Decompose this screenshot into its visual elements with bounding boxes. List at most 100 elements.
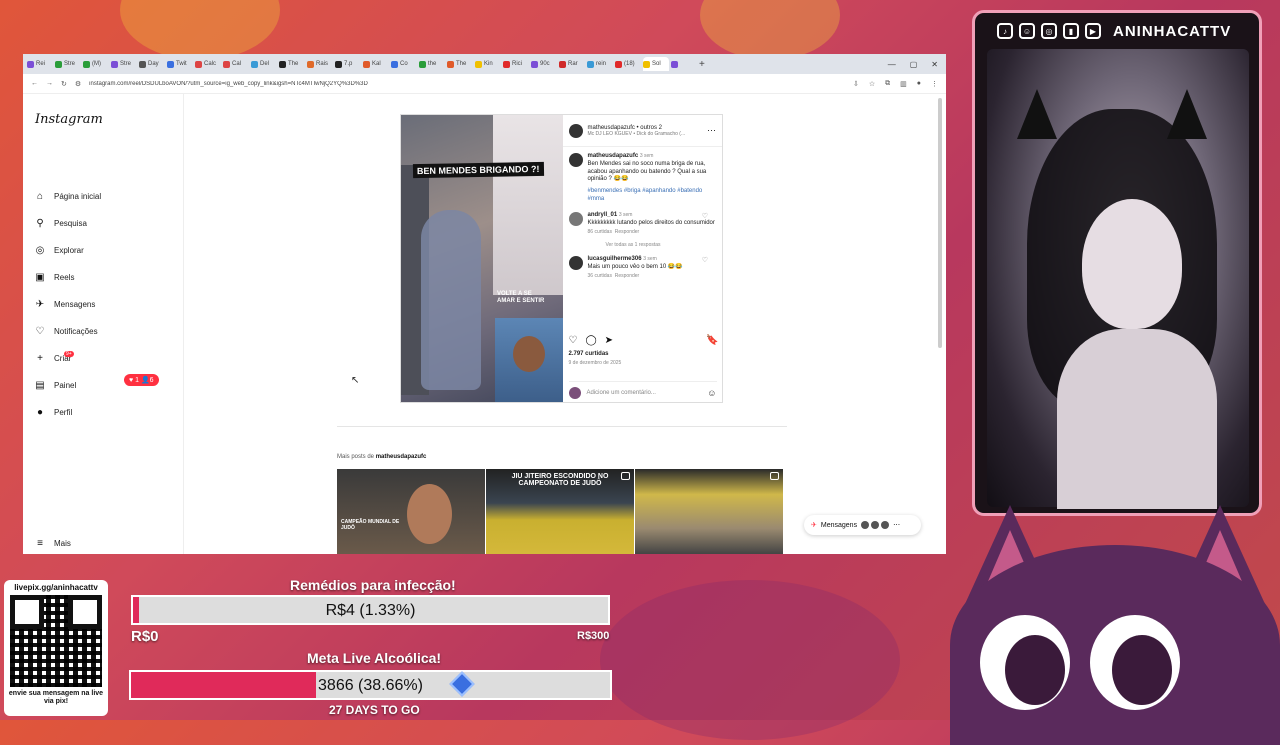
browser-tab[interactable] [671, 57, 697, 71]
browser-tab[interactable]: (M) [83, 57, 109, 71]
browser-tab[interactable]: rein [587, 57, 613, 71]
avatar[interactable] [568, 255, 583, 270]
like-icon[interactable]: ♡ [569, 335, 578, 346]
bookmark-star-icon[interactable]: ☆ [869, 80, 875, 88]
hashtags[interactable]: #benmendes #briga #apanhando #batendo #m… [588, 188, 717, 204]
browser-tab[interactable]: Kin [475, 57, 501, 71]
music-label[interactable]: Mc DJ LEO KGUEV • Dick do Gramacho (... [588, 131, 686, 137]
browser-tab[interactable]: Day [139, 57, 165, 71]
comment-user[interactable]: matheusdapazufc [588, 153, 639, 159]
nav-home[interactable]: ⌂ Página inicial [34, 190, 101, 202]
more-options-icon[interactable]: ⋯ [707, 125, 716, 136]
save-icon[interactable]: 🔖 [706, 335, 718, 346]
comment-user[interactable]: andryll_01 [588, 212, 618, 218]
tab-favicon-icon [503, 60, 510, 68]
tab-favicon-icon [419, 60, 426, 68]
browser-tab[interactable]: Del [251, 57, 277, 71]
comment-item: andryll_01 3 sem Kkkkkkkkk lutando pelos… [568, 211, 717, 236]
reply-link[interactable]: Responder [615, 229, 639, 235]
nav-heart[interactable]: ♡ Notificações [34, 325, 98, 337]
sidebar-icon[interactable]: ▥ [900, 80, 907, 88]
more-posts-user[interactable]: matheusdapazufc [376, 454, 427, 460]
browser-tab[interactable]: Calc [195, 57, 221, 71]
reload-icon[interactable]: ↻ [61, 80, 67, 88]
site-info-icon[interactable]: ⚙ [75, 80, 81, 88]
browser-tab[interactable]: Cal [223, 57, 249, 71]
reel-video[interactable]: BEN MENDES BRIGANDO ?! VOLTE A SE AMAR E… [401, 115, 563, 402]
messages-pill[interactable]: ✈ Mensagens ⋯ [804, 515, 921, 535]
nav-profile[interactable]: ● Perfil [34, 406, 72, 418]
post-thumbnail[interactable] [635, 469, 783, 554]
page-scrollbar[interactable] [938, 98, 942, 348]
video-figure [421, 210, 481, 390]
back-icon[interactable]: ← [31, 80, 38, 87]
nav-dashboard[interactable]: ▤ Painel [34, 379, 76, 391]
comment-user[interactable]: lucasguilherme306 [588, 256, 642, 262]
more-posts-title: Mais posts de matheusdapazufc [337, 454, 426, 460]
emoji-icon[interactable]: ☺ [707, 388, 716, 398]
post-thumbnail[interactable]: JIU JITEIRO ESCONDIDO NO CAMPEONATO DE J… [486, 469, 634, 554]
post-thumbnail[interactable]: CAMPEÃO MUNDIAL DE JUDÔ [337, 469, 485, 554]
tab-title: The [456, 61, 467, 67]
nav-search[interactable]: ⚲ Pesquisa [34, 217, 87, 229]
browser-tab[interactable]: the [419, 57, 445, 71]
browser-tab[interactable]: Kal [363, 57, 389, 71]
browser-tab[interactable]: The [279, 57, 305, 71]
forward-icon[interactable]: → [46, 80, 53, 87]
close-icon[interactable]: ✕ [931, 60, 938, 69]
browser-tab[interactable]: Stre [55, 57, 81, 71]
notifications-pill[interactable]: ♥ 1 👤6 [124, 374, 159, 386]
browser-tab[interactable]: Rais [307, 57, 333, 71]
profile-avatar[interactable]: ● [917, 80, 921, 88]
browser-tab[interactable]: 90c [531, 57, 557, 71]
browser-tab[interactable]: 7.p [335, 57, 361, 71]
inset-face [512, 336, 545, 372]
nav-explore[interactable]: ◎ Explorar [34, 244, 84, 256]
menu-icon[interactable]: ⋮ [931, 80, 938, 88]
comment-likes: 36 curtidas [587, 273, 612, 280]
share-icon[interactable]: ➤ [605, 335, 613, 346]
browser-window: Rei Stre (M) Stre Day Twit Calc Cal Del The Rais 7.… [23, 54, 946, 554]
install-icon[interactable]: ⇩ [853, 80, 859, 88]
maximize-icon[interactable]: ▢ [910, 60, 918, 69]
webcam-feed [987, 49, 1249, 509]
more-posts-grid: CAMPEÃO MUNDIAL DE JUDÔ JIU JITEIRO ESCO… [337, 469, 783, 554]
tab-favicon-icon [279, 60, 286, 68]
browser-tab[interactable]: Twit [167, 57, 193, 71]
like-comment-icon[interactable]: ♡ [702, 212, 708, 220]
new-tab-button[interactable]: + [699, 57, 725, 71]
browser-tab[interactable]: Sol [643, 57, 669, 71]
like-count[interactable]: 2.797 curtidas [569, 351, 609, 357]
messages-more-icon[interactable]: ⋯ [893, 521, 900, 529]
tab-title: (18) [624, 61, 635, 67]
reply-link[interactable]: Responder [615, 273, 639, 279]
dashboard-icon: ▤ [35, 379, 45, 391]
more-posts-prefix: Mais posts de [337, 454, 375, 460]
browser-tab[interactable]: The [447, 57, 473, 71]
browser-tab[interactable]: Rei [27, 57, 53, 71]
comment-input[interactable]: Adicione um comentário... [587, 390, 656, 396]
reel-icon [621, 472, 630, 480]
avatar[interactable] [568, 153, 583, 167]
cat-pupil [1005, 635, 1065, 705]
avatar[interactable] [568, 211, 583, 226]
extensions-icon[interactable]: ⧉ [885, 80, 890, 88]
like-comment-icon[interactable]: ♡ [702, 256, 708, 264]
author-avatar[interactable] [568, 123, 583, 138]
instagram-sidebar: Instagram ⌂ Página inicial ⚲ Pesquisa ◎ Explo… [23, 94, 184, 554]
youtube-icon: ▶ [1085, 23, 1101, 39]
streamer-body [1057, 329, 1217, 509]
url-field[interactable]: instagram.com/reel/DSDULboAVON/?utm_sour… [89, 81, 845, 87]
nav-reels[interactable]: ▣ Reels [34, 271, 74, 283]
comment-icon[interactable]: ◯ [585, 335, 596, 346]
instagram-logo[interactable]: Instagram [35, 112, 103, 127]
nav-messages[interactable]: ✈ Mensagens [34, 298, 96, 310]
browser-tab[interactable]: (18) [615, 57, 641, 71]
minimize-icon[interactable]: — [888, 60, 896, 69]
browser-tab[interactable]: Stre [111, 57, 137, 71]
browser-tab[interactable]: Rar [559, 57, 585, 71]
browser-tab[interactable]: Co [391, 57, 417, 71]
nav-menu[interactable]: ≡ Mais [34, 537, 71, 549]
view-replies-link[interactable]: Ver todas as 1 respostas [606, 242, 717, 248]
browser-tab[interactable]: Rici [503, 57, 529, 71]
